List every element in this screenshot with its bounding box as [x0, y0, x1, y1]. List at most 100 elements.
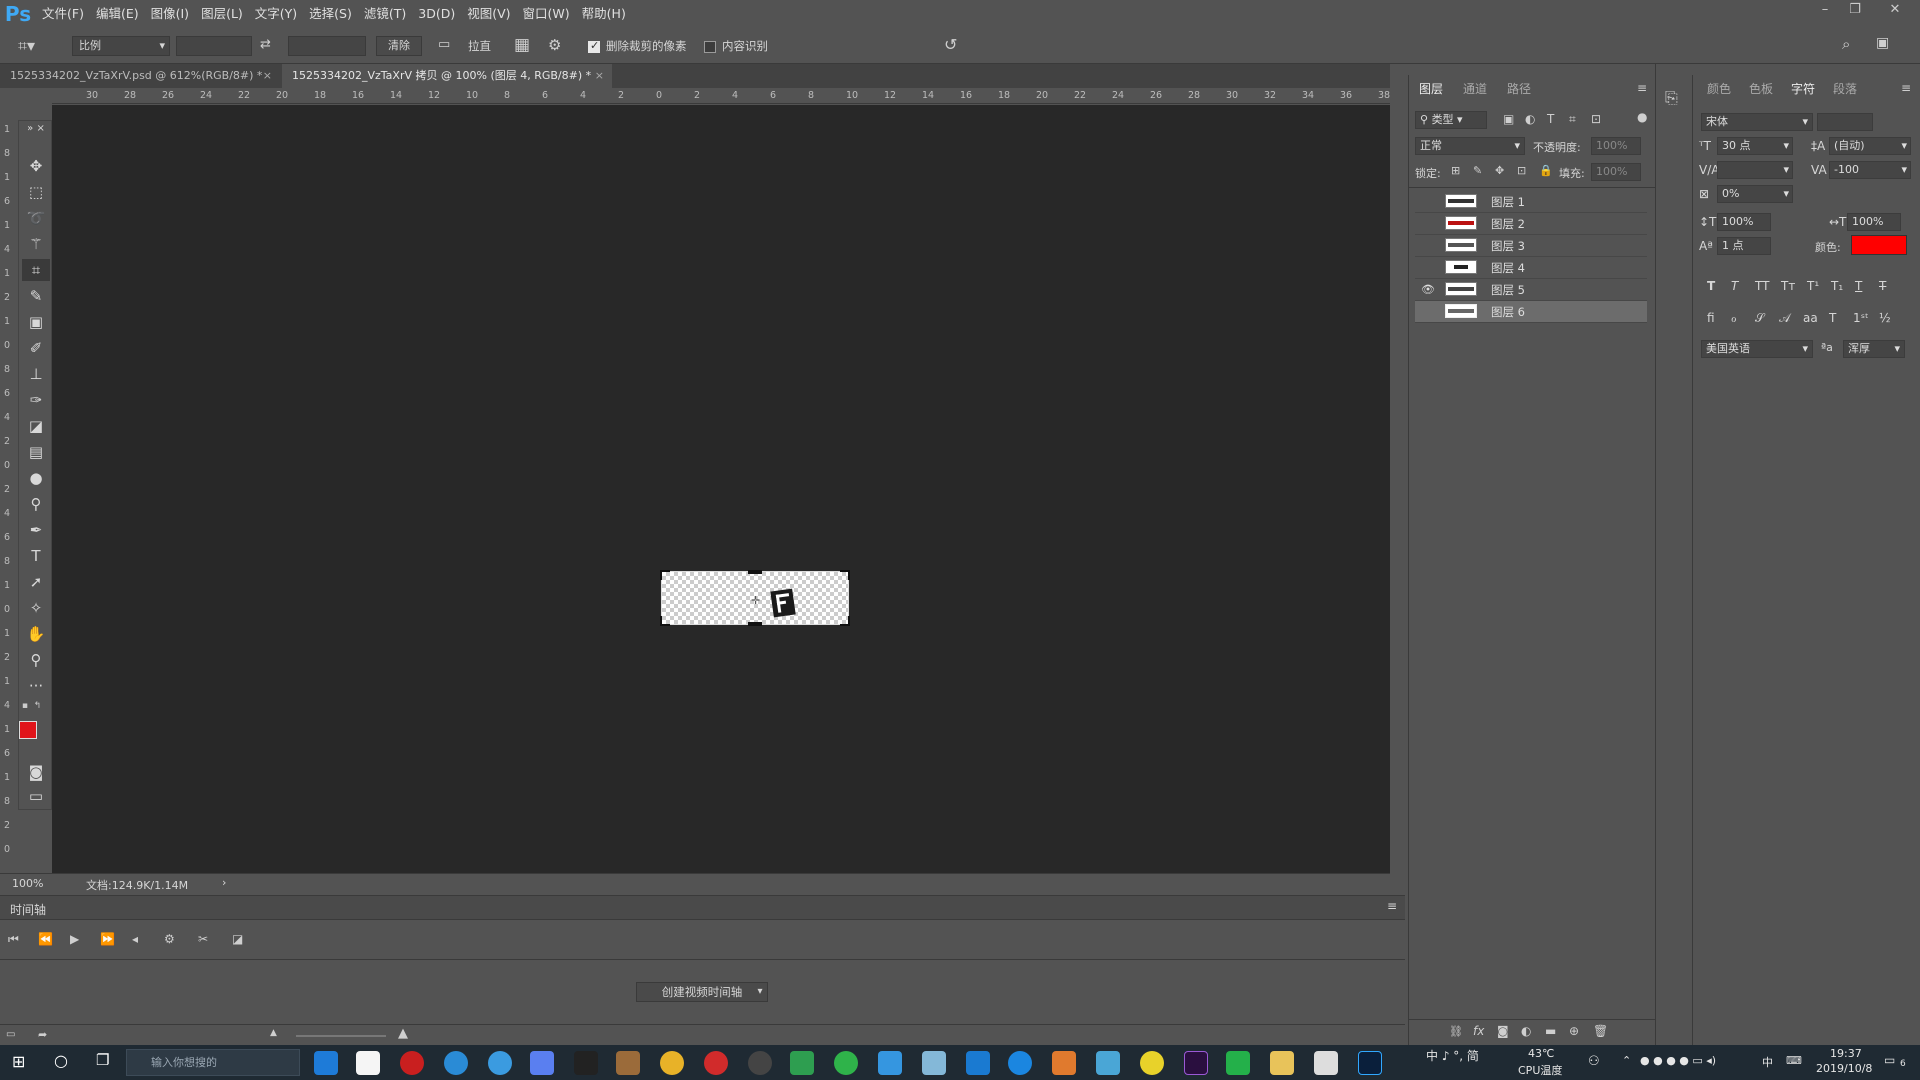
new-layer-icon[interactable]: ⊕ [1569, 1024, 1579, 1038]
app-u-icon[interactable] [878, 1051, 902, 1075]
eyedropper-icon[interactable]: ✎ [22, 285, 50, 307]
layer-row[interactable]: 图层 2 [1415, 213, 1647, 235]
crop-tool-icon[interactable]: ⌗ [22, 259, 50, 281]
archive-app-icon[interactable] [616, 1051, 640, 1075]
clear-button[interactable]: 清除 [376, 36, 422, 56]
chevron-down-icon[interactable]: ▾ [752, 982, 768, 1002]
windows-start-icon[interactable]: ⊞ [12, 1052, 25, 1071]
tsume-field[interactable]: 0% ▾ [1717, 185, 1793, 203]
delete-cropped-checkbox[interactable] [588, 39, 600, 53]
record-app-icon[interactable] [400, 1051, 424, 1075]
dodge-tool-icon[interactable]: ⚲ [22, 493, 50, 515]
mask-icon[interactable]: ◙ [1497, 1024, 1509, 1038]
notification-icon[interactable]: ▭ [1884, 1053, 1895, 1067]
text-color-swatch[interactable] [1851, 235, 1907, 255]
visibility-toggle[interactable] [1421, 239, 1435, 251]
font-style-select[interactable] [1817, 113, 1873, 131]
wechat-icon[interactable] [834, 1051, 858, 1075]
history-panel-icon[interactable]: ⎘ [1665, 88, 1678, 108]
app-c-icon[interactable] [1008, 1051, 1032, 1075]
blur-tool-icon[interactable]: ● [22, 467, 50, 489]
more-tools-icon[interactable]: ··· [22, 675, 50, 697]
crop-handle[interactable] [840, 616, 850, 626]
hand-tool-icon[interactable]: ✋ [22, 623, 50, 645]
faux-bold-icon[interactable]: T [1707, 279, 1715, 293]
netease-music-icon[interactable] [704, 1051, 728, 1075]
marquee-tool-icon[interactable]: ⬚ [22, 181, 50, 203]
visibility-toggle[interactable] [1421, 261, 1435, 273]
straighten-label[interactable]: 拉直 [468, 38, 491, 54]
tab-layers[interactable]: 图层 [1419, 75, 1443, 103]
swash-icon[interactable]: 𝒮 [1755, 311, 1764, 326]
tray-app-icons[interactable]: ● ● ● ● ▭ ◂) [1640, 1054, 1716, 1067]
swap-colors-icon[interactable]: ▪ ↰ [19, 701, 53, 715]
close-icon[interactable]: × [263, 64, 272, 88]
browser2-app-icon[interactable] [488, 1051, 512, 1075]
browser-app-icon[interactable] [444, 1051, 468, 1075]
next-frame-icon[interactable]: ⏩ [100, 932, 115, 946]
filter-adjust-icon[interactable]: ◐ [1525, 112, 1535, 126]
tray-expand-icon[interactable]: ⌃ [1622, 1054, 1631, 1067]
adjustment-icon[interactable]: ◐ [1521, 1024, 1531, 1038]
layer-filter-select[interactable]: ⚲ 类型 ▾ [1415, 111, 1487, 129]
language-indicator[interactable]: 中 [1762, 1054, 1773, 1070]
tab-paragraph[interactable]: 段落 [1833, 75, 1857, 103]
layer-row[interactable]: 图层 3 [1415, 235, 1647, 257]
quick-mask-icon[interactable]: ◙ [22, 761, 50, 783]
menu-select[interactable]: 选择(S) [303, 0, 358, 28]
antialias-select[interactable]: 浑厚 ▾ [1843, 340, 1905, 358]
menu-file[interactable]: 文件(F) [36, 0, 90, 28]
zoom-slider[interactable] [296, 1035, 386, 1037]
zoom-tool-icon[interactable]: ⚲ [22, 649, 50, 671]
tab-color[interactable]: 颜色 [1707, 75, 1731, 103]
qq-app-icon[interactable] [574, 1051, 598, 1075]
lasso-tool-icon[interactable]: ➰ [22, 207, 50, 229]
content-aware-checkbox[interactable] [704, 41, 716, 53]
font-family-select[interactable]: 宋体 ▾ [1701, 113, 1813, 131]
app-k-icon[interactable] [966, 1051, 990, 1075]
underline-icon[interactable]: T [1855, 279, 1862, 293]
menu-image[interactable]: 图像(I) [145, 0, 195, 28]
zoom-in-icon[interactable]: ▲ [398, 1026, 408, 1041]
play-icon[interactable]: ▶ [70, 932, 79, 946]
layer-row[interactable]: 图层 4 [1415, 257, 1647, 279]
menu-help[interactable]: 帮助(H) [576, 0, 632, 28]
type-tool-icon[interactable]: T [22, 545, 50, 567]
tab-character[interactable]: 字符 [1791, 75, 1815, 103]
visibility-toggle[interactable] [1421, 195, 1435, 207]
doc-info[interactable]: 文档:124.9K/1.14M [86, 877, 188, 893]
ratio-height-input[interactable] [288, 36, 366, 56]
link-icon[interactable]: ⛓ [1449, 1025, 1463, 1038]
app-notes-icon[interactable] [922, 1051, 946, 1075]
lock-all-icon[interactable]: 🔒 [1539, 164, 1553, 177]
panel-menu-icon[interactable]: ≡ [1901, 81, 1911, 95]
chrome-icon[interactable] [660, 1051, 684, 1075]
app-feather-icon[interactable] [1052, 1051, 1076, 1075]
vertical-scale-field[interactable]: 100% [1717, 213, 1771, 231]
convert-icon[interactable]: ➦ [38, 1028, 47, 1041]
filter-toggle-icon[interactable]: ● [1637, 110, 1647, 124]
keyboard-icon[interactable]: ⌨ [1786, 1054, 1802, 1067]
opacity-field[interactable]: 100% [1591, 137, 1641, 155]
history-brush-icon[interactable]: ✑ [22, 389, 50, 411]
cortana-icon[interactable]: ○ [54, 1051, 68, 1070]
faux-italic-icon[interactable]: T [1731, 279, 1738, 293]
clock-time[interactable]: 19:37 [1830, 1047, 1862, 1060]
gradient-tool-icon[interactable]: ▤ [22, 441, 50, 463]
prev-frame-icon[interactable]: ⏪ [38, 932, 53, 946]
toolbar-collapse-icon[interactable]: » × [22, 123, 50, 135]
ratio-select[interactable]: 比例 ▾ [72, 36, 170, 56]
crop-handle[interactable] [660, 570, 670, 580]
tab-swatches[interactable]: 色板 [1749, 75, 1773, 103]
swap-icon[interactable]: ⇄ [260, 37, 271, 52]
lock-pixels-icon[interactable]: ✎ [1473, 164, 1482, 177]
fractions-icon[interactable]: ½ [1879, 311, 1891, 325]
filter-type-icon[interactable]: T [1547, 112, 1554, 126]
app-image-icon[interactable] [1096, 1051, 1120, 1075]
custom-shape-icon[interactable]: ✧ [22, 597, 50, 619]
titling-icon[interactable]: aa [1803, 311, 1818, 325]
frame-icon[interactable]: ▭ [6, 1029, 15, 1040]
leading-field[interactable]: (自动) ▾ [1829, 137, 1911, 155]
path-selection-icon[interactable]: ➚ [22, 571, 50, 593]
blend-mode-select[interactable]: 正常 ▾ [1415, 137, 1525, 155]
